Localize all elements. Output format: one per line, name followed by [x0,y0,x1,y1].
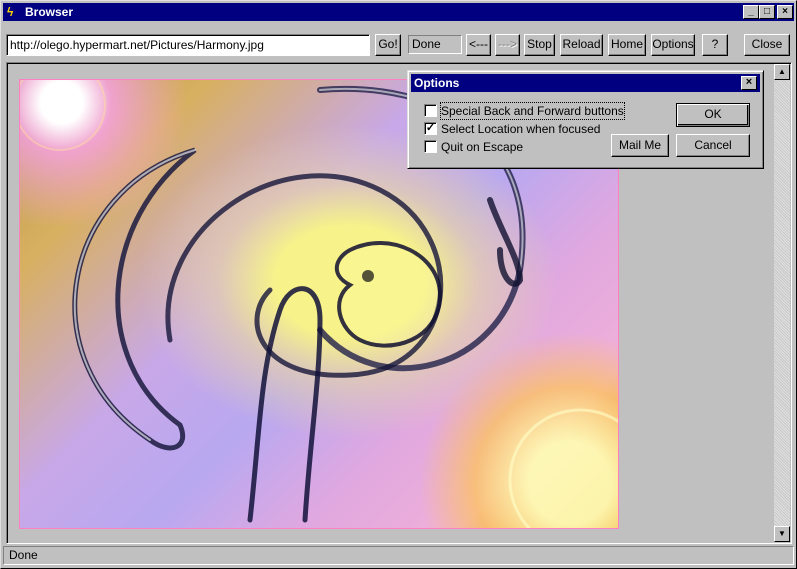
home-label: Home [610,37,643,51]
checkbox-special-buttons-box[interactable] [424,104,437,117]
stop-button[interactable]: Stop [524,34,555,56]
go-button[interactable]: Go! [375,34,401,56]
checkbox-select-location-label[interactable]: Select Location when focused [441,121,600,137]
options-label: Options [652,37,694,51]
close-button[interactable]: Close [744,34,790,56]
close-label: Close [751,37,783,51]
ok-label: OK [704,107,722,121]
minimize-button[interactable]: _ [743,5,759,19]
checkbox-select-location-box[interactable]: ✓ [424,122,437,135]
options-dialog-title-bar[interactable]: Options × [411,74,760,92]
options-button[interactable]: Options [651,34,695,56]
options-dialog-close-button[interactable]: × [741,76,757,90]
checkbox-quit-on-escape-box[interactable] [424,140,437,153]
reload-label: Reload [562,37,601,51]
checkbox-quit-on-escape-label[interactable]: Quit on Escape [441,139,523,155]
home-button[interactable]: Home [608,34,646,56]
lightning-icon: ϟ [7,5,14,19]
mail-me-label: Mail Me [618,138,661,152]
mail-me-button[interactable]: Mail Me [611,134,669,157]
browser-window: ϟ Browser _ □ × http://olego.hypermart.n… [0,0,797,569]
checkbox-special-buttons-label[interactable]: Special Back and Forward buttons [440,102,625,120]
stop-label: Stop [527,37,552,51]
back-button[interactable]: <--- [466,34,491,56]
cancel-button[interactable]: Cancel [676,134,750,157]
options-dialog: Options × Special Back and Forward butto… [407,70,764,169]
scroll-up-button[interactable]: ▲ [774,64,790,80]
help-button[interactable]: ? [702,34,728,56]
title-bar[interactable]: ϟ Browser _ □ × [3,3,794,21]
vertical-scrollbar[interactable]: ▲ ▼ [774,64,790,542]
ok-button[interactable]: OK [676,103,750,127]
cancel-label: Cancel [694,138,732,152]
options-dialog-title: Options [414,76,460,90]
reload-button[interactable]: Reload [560,34,603,56]
status-bar: Done [3,546,794,565]
window-title: Browser [25,5,74,19]
scroll-down-button[interactable]: ▼ [774,526,790,542]
address-input[interactable]: http://olego.hypermart.net/Pictures/Harm… [6,34,370,56]
back-label: <--- [469,37,488,51]
forward-button[interactable]: ---> [495,34,520,56]
maximize-button[interactable]: □ [759,5,775,19]
help-label: ? [711,37,719,51]
load-status: Done [408,35,462,54]
close-window-button[interactable]: × [777,5,793,19]
forward-label: ---> [498,37,517,51]
go-label: Go! [378,37,398,51]
